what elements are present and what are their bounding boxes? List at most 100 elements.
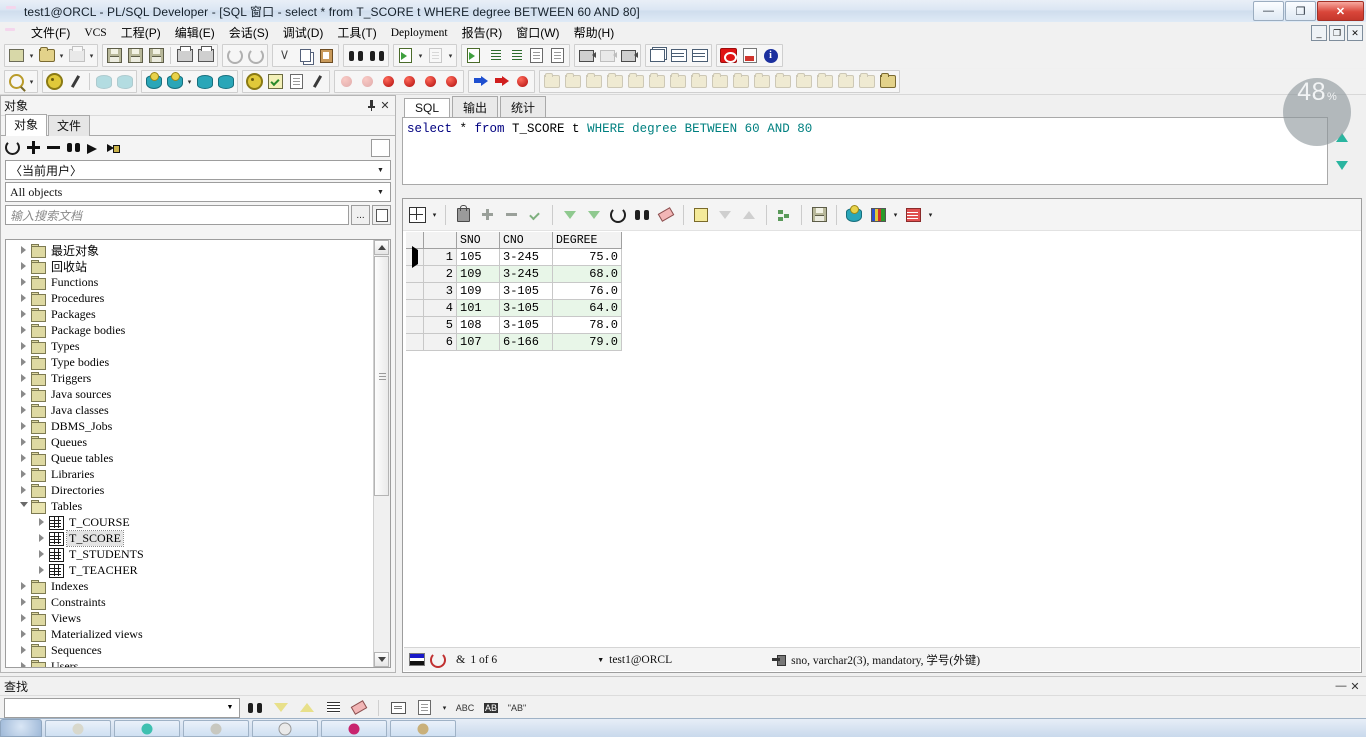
- sort-ascending-icon[interactable]: [737, 203, 761, 227]
- tree-item[interactable]: T_SCORE: [6, 530, 374, 546]
- insert-record-icon[interactable]: [475, 203, 499, 227]
- new-window-button[interactable]: [6, 46, 27, 65]
- scroll-up-button[interactable]: [374, 240, 389, 255]
- check-syntax-button[interactable]: [463, 46, 484, 65]
- expand-arrow-icon[interactable]: [18, 613, 29, 624]
- find-next-button[interactable]: [366, 46, 387, 65]
- cell-sno[interactable]: 107: [457, 334, 500, 351]
- refresh-icon[interactable]: [5, 140, 20, 155]
- sort-descending-icon[interactable]: [713, 203, 737, 227]
- taskbar-item-6[interactable]: [390, 720, 456, 737]
- search-input[interactable]: 输入搜索文档: [5, 205, 349, 225]
- cell-degree[interactable]: 75.0: [553, 249, 622, 266]
- indent-button[interactable]: [484, 46, 505, 65]
- tree-item[interactable]: T_STUDENTS: [6, 546, 374, 562]
- expand-arrow-icon[interactable]: [18, 405, 29, 416]
- menu-item-session[interactable]: 会话(S): [222, 22, 276, 43]
- search-doc-icon[interactable]: [372, 205, 391, 225]
- filter-icon[interactable]: [107, 141, 120, 154]
- options-box-icon[interactable]: [371, 139, 390, 157]
- expand-icon[interactable]: [27, 141, 40, 154]
- result-grid-wrapper[interactable]: SNOCNODEGREE11053-24575.021093-24568.031…: [406, 232, 1358, 646]
- refresh-data-icon[interactable]: [606, 203, 630, 227]
- log-off-button[interactable]: [215, 72, 236, 91]
- clear-filter-icon[interactable]: [654, 203, 678, 227]
- taskbar-item-4[interactable]: [252, 720, 318, 737]
- close-icon[interactable]: ✕: [378, 99, 392, 113]
- tab-sql[interactable]: SQL: [404, 98, 450, 118]
- tree-item[interactable]: Functions: [6, 274, 374, 290]
- cell-degree[interactable]: 76.0: [553, 283, 622, 300]
- tree-item[interactable]: Type bodies: [6, 354, 374, 370]
- cut-button[interactable]: [274, 46, 295, 65]
- export-button[interactable]: [114, 72, 135, 91]
- tree-item[interactable]: Java sources: [6, 386, 374, 402]
- outdent-button[interactable]: [505, 46, 526, 65]
- object-tree[interactable]: 最近对象回收站FunctionsProceduresPackagesPackag…: [5, 239, 391, 668]
- table-row[interactable]: 51083-10578.0: [406, 317, 622, 334]
- chevron-down-icon[interactable]: ▼: [223, 700, 237, 715]
- taskbar-item-2[interactable]: [114, 720, 180, 737]
- undo-button[interactable]: [224, 46, 245, 65]
- clear-highlight-icon[interactable]: [348, 698, 370, 718]
- menu-item-debug[interactable]: 调试(D): [276, 22, 331, 43]
- menu-item-file[interactable]: 文件(F): [24, 22, 77, 43]
- tab-output[interactable]: 输出: [452, 96, 498, 118]
- cell-degree[interactable]: 68.0: [553, 266, 622, 283]
- cell-sno[interactable]: 101: [457, 300, 500, 317]
- breakpoint-2-button[interactable]: [399, 72, 420, 91]
- tree-item[interactable]: Indexes: [6, 578, 374, 594]
- tree-item[interactable]: Tables: [6, 498, 374, 514]
- table-view-dropdown-icon[interactable]: ▾: [925, 203, 936, 227]
- tab-statistics[interactable]: 统计: [500, 96, 546, 118]
- new-sequence-button[interactable]: [604, 72, 625, 91]
- tab-files[interactable]: 文件: [48, 115, 90, 136]
- export-pdf-button[interactable]: [739, 46, 760, 65]
- new-index-button[interactable]: [583, 72, 604, 91]
- cell-sno[interactable]: 109: [457, 266, 500, 283]
- match-partial-icon[interactable]: AB: [480, 698, 502, 718]
- redo-button[interactable]: [245, 46, 266, 65]
- tree-item[interactable]: Views: [6, 610, 374, 626]
- preferences-button[interactable]: [307, 72, 328, 91]
- chart-dropdown-icon[interactable]: ▾: [890, 203, 901, 227]
- record-macro-button[interactable]: [576, 46, 597, 65]
- start-button[interactable]: [0, 719, 42, 737]
- expand-arrow-icon[interactable]: [36, 517, 47, 528]
- cell-cno[interactable]: 3-105: [500, 283, 553, 300]
- match-case-icon[interactable]: ABC: [454, 698, 476, 718]
- breakpoint-4-button[interactable]: [441, 72, 462, 91]
- chevron-down-icon[interactable]: ▼: [373, 185, 388, 200]
- tree-item[interactable]: Types: [6, 338, 374, 354]
- new-view-button[interactable]: [562, 72, 583, 91]
- chevron-down-icon[interactable]: ▼: [373, 163, 388, 178]
- breakpoint-1-button[interactable]: [378, 72, 399, 91]
- reopen-dropdown-icon[interactable]: ▾: [87, 46, 96, 65]
- grant-button[interactable]: [856, 72, 877, 91]
- comment-button[interactable]: [526, 46, 547, 65]
- tree-item[interactable]: DBMS_Jobs: [6, 418, 374, 434]
- play-macro-button[interactable]: [597, 46, 618, 65]
- stop-button[interactable]: [718, 46, 739, 65]
- table-row[interactable]: 41013-10564.0: [406, 300, 622, 317]
- post-changes-icon[interactable]: [523, 203, 547, 227]
- expand-arrow-icon[interactable]: [18, 485, 29, 496]
- about-button[interactable]: i: [760, 46, 781, 65]
- expand-arrow-icon[interactable]: [18, 437, 29, 448]
- find-next-icon[interactable]: [270, 698, 292, 718]
- goto-icon[interactable]: [87, 141, 100, 154]
- open-folder-button[interactable]: [877, 72, 898, 91]
- taskbar-item-5[interactable]: [321, 720, 387, 737]
- macro-library-button[interactable]: [618, 46, 639, 65]
- toggle-breakpoint-button[interactable]: [336, 72, 357, 91]
- new-package-button[interactable]: [688, 72, 709, 91]
- save-all-button[interactable]: [146, 46, 167, 65]
- recompile-button[interactable]: [751, 72, 772, 91]
- open-button[interactable]: [36, 46, 57, 65]
- find-input[interactable]: ▼: [4, 698, 240, 718]
- insert-template-button[interactable]: [395, 46, 416, 65]
- find-object-dropdown-icon[interactable]: ▾: [27, 72, 36, 91]
- breakpoint-3-button[interactable]: [420, 72, 441, 91]
- expand-arrow-icon[interactable]: [18, 581, 29, 592]
- insert-template-dropdown-icon[interactable]: ▾: [416, 46, 425, 65]
